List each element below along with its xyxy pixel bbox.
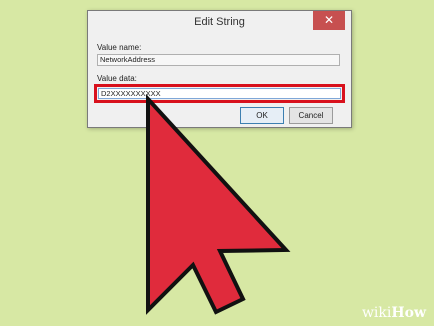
watermark-wiki: wiki bbox=[361, 305, 392, 321]
pointer-arrow-icon bbox=[146, 93, 291, 315]
arrow-shape bbox=[146, 93, 291, 315]
wikihow-watermark: wikiHow bbox=[362, 305, 426, 321]
watermark-how: How bbox=[391, 305, 426, 321]
